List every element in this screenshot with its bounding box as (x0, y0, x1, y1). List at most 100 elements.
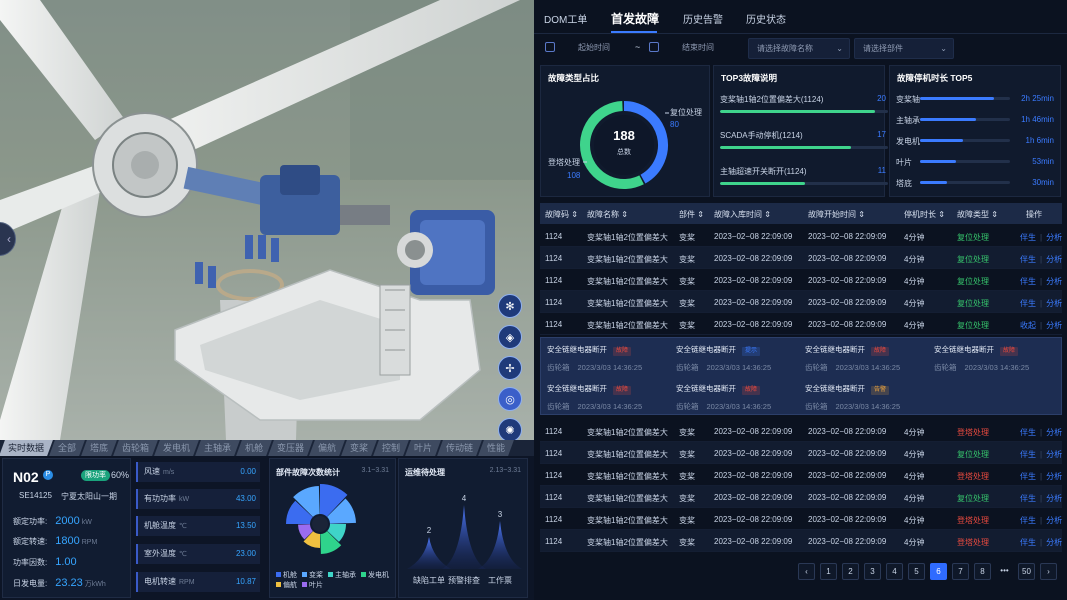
action-companion-link[interactable]: 伴生 (1020, 450, 1036, 459)
component-tab[interactable]: 实时数据 (0, 440, 53, 456)
pagination-page[interactable]: 4 (886, 563, 903, 580)
fault-card-meta: 齿轮箱 2023/3/03 14:36:25 (676, 401, 804, 412)
table-header-cell[interactable]: 故障开始时间 ⇕ (808, 209, 865, 220)
pagination-page[interactable]: 5 (908, 563, 925, 580)
turbine-3d-view[interactable]: ‹ ✻ ◈ ✢ ◎ ✺ (0, 0, 534, 440)
action-analyze-link[interactable]: 分析 (1046, 428, 1062, 437)
action-companion-link[interactable]: 伴生 (1020, 538, 1036, 547)
component-tab[interactable]: 变桨 (341, 440, 378, 456)
rotate-icon[interactable]: ✺ (498, 418, 522, 440)
pagination-page[interactable]: 8 (974, 563, 991, 580)
fault-name-select[interactable]: 请选择故障名称 ⌄ (748, 38, 850, 59)
table-cell: 变桨轴1轴2位置偏差大 (587, 233, 668, 242)
table-header-cell[interactable]: 故障码 ⇕ (545, 209, 578, 220)
fault-card-name: 安全链继电器断开 (805, 384, 865, 393)
action-companion-link[interactable]: 伴生 (1020, 277, 1036, 286)
turbine-illustration (0, 0, 534, 440)
fault-card-meta: 齿轮箱 2023/3/03 14:36:25 (676, 362, 804, 373)
device-status-badge: 限功率 (81, 470, 110, 481)
action-analyze-link[interactable]: 分析 (1046, 516, 1062, 525)
component-tab[interactable]: 塔底 (81, 440, 117, 456)
associated-fault-card[interactable]: 安全链继电器断开 故障 齿轮箱 2023/3/03 14:36:25 (547, 383, 675, 412)
pagination-page[interactable]: 1 (820, 563, 837, 580)
table-header-cell[interactable]: 故障类型 ⇕ (957, 209, 998, 220)
action-analyze-link[interactable]: 分析 (1046, 299, 1062, 308)
table-row[interactable]: 1124 变桨轴1轴2位置偏差大 变桨 2023−02−08 22:09:09 2023… (540, 420, 1062, 442)
table-row[interactable]: 1124 变桨轴1轴2位置偏差大 变桨 2023−02−08 22:09:09 2023… (540, 530, 1062, 552)
table-row[interactable]: 1124 变桨轴1轴2位置偏差大 变桨 2023−02−08 22:09:09 2023… (540, 225, 1062, 247)
start-date-input[interactable]: 起始时间 (570, 38, 630, 59)
table-header-cell[interactable]: 停机时长 ⇕ (904, 209, 945, 220)
associated-fault-card[interactable]: 安全链继电器断开 提示 齿轮箱 2023/3/03 14:36:25 (676, 344, 804, 373)
action-companion-link[interactable]: 伴生 (1020, 233, 1036, 242)
donut-hole (594, 115, 654, 175)
component-tab[interactable]: 叶片 (405, 440, 442, 456)
legend-swatch (302, 572, 307, 577)
action-analyze-link[interactable]: 分析 (1046, 538, 1062, 547)
component-tab-label: 叶片 (414, 443, 433, 453)
tab-history-alarm[interactable]: 历史告警 (683, 11, 723, 26)
pagination-page[interactable]: 7 (952, 563, 969, 580)
component-tab[interactable]: 变压器 (268, 440, 314, 456)
table-row[interactable]: 1124 变桨轴1轴2位置偏差大 变桨 2023−02−08 22:09:09 2023… (540, 313, 1062, 335)
action-analyze-link[interactable]: 分析 (1046, 277, 1062, 286)
action-analyze-link[interactable]: 分析 (1046, 255, 1062, 264)
table-row[interactable]: 1124 变桨轴1轴2位置偏差大 变桨 2023−02−08 22:09:09 2023… (540, 508, 1062, 530)
pagination-next-button[interactable]: › (1040, 563, 1057, 580)
part-select[interactable]: 请选择部件 ⌄ (854, 38, 954, 59)
cube-icon[interactable]: ◈ (498, 325, 522, 349)
table-row[interactable]: 1124 变桨轴1轴2位置偏差大 变桨 2023−02−08 22:09:09 2023… (540, 464, 1062, 486)
table-header-cell[interactable]: 部件 ⇕ (679, 209, 704, 220)
table-row[interactable]: 1124 变桨轴1轴2位置偏差大 变桨 2023−02−08 22:09:09 2023… (540, 486, 1062, 508)
component-tab[interactable]: 机舱 (236, 440, 273, 456)
action-companion-link[interactable]: 伴生 (1020, 516, 1036, 525)
component-tab[interactable]: 全部 (49, 440, 85, 456)
turbine-icon[interactable]: ✢ (498, 356, 522, 380)
action-companion-link[interactable]: 伴生 (1020, 494, 1036, 503)
table-header-cell[interactable]: 故障名称 ⇕ (587, 209, 628, 220)
tab-dom-orders[interactable]: DOM工单 (544, 11, 587, 26)
ops-pending-card: 运维待处理 2.13~3.31 2 缺陷工单 4 预警排查 3 工作票 (398, 458, 528, 598)
table-header-cell[interactable]: 操作 (1026, 209, 1042, 220)
table-row[interactable]: 1124 变桨轴1轴2位置偏差大 变桨 2023−02−08 22:09:09 2023… (540, 247, 1062, 269)
layers-icon[interactable]: ◎ (498, 387, 522, 411)
pagination-page[interactable]: 6 (930, 563, 947, 580)
component-tab[interactable]: 传动链 (437, 440, 483, 456)
action-companion-link[interactable]: 伴生 (1020, 299, 1036, 308)
tab-first-fault[interactable]: 首发故障 (611, 10, 659, 27)
action-companion-link[interactable]: 伴生 (1020, 428, 1036, 437)
component-tab[interactable]: 发电机 (154, 440, 199, 456)
component-tab[interactable]: 控制 (373, 440, 410, 456)
tab-history-status[interactable]: 历史状态 (746, 11, 786, 26)
action-analyze-link[interactable]: 分析 (1046, 233, 1062, 242)
pagination-page[interactable]: 2 (842, 563, 859, 580)
action-companion-link[interactable]: 伴生 (1020, 472, 1036, 481)
action-analyze-link[interactable]: 分析 (1046, 472, 1062, 481)
chart-date: 3.1~3.31 (361, 467, 389, 474)
table-row[interactable]: 1124 变桨轴1轴2位置偏差大 变桨 2023−02−08 22:09:09 2023… (540, 442, 1062, 464)
associated-fault-card[interactable]: 安全链继电器断开 故障 齿轮箱 2023/3/03 14:36:25 (805, 344, 933, 373)
action-companion-link[interactable]: 伴生 (1020, 255, 1036, 264)
pagination-prev-button[interactable]: ‹ (798, 563, 815, 580)
component-tab[interactable]: 性能 (478, 440, 515, 456)
component-tab[interactable]: 齿轮箱 (113, 440, 158, 456)
associated-fault-card[interactable]: 安全链继电器断开 故障 齿轮箱 2023/3/03 14:36:25 (934, 344, 1062, 373)
component-tab[interactable]: 主轴承 (195, 440, 241, 456)
pagination-page[interactable]: 3 (864, 563, 881, 580)
pagination-ellipsis[interactable]: ••• (996, 563, 1013, 580)
associated-fault-card[interactable]: 安全链继电器断开 告警 齿轮箱 2023/3/03 14:36:25 (805, 383, 933, 412)
end-date-input[interactable]: 结束时间 (674, 38, 744, 59)
rose-chart (286, 484, 356, 554)
action-analyze-link[interactable]: 分析 (1046, 321, 1062, 330)
associated-fault-card[interactable]: 安全链继电器断开 故障 齿轮箱 2023/3/03 14:36:25 (676, 383, 804, 412)
table-row[interactable]: 1124 变桨轴1轴2位置偏差大 变桨 2023−02−08 22:09:09 2023… (540, 269, 1062, 291)
pagination-page[interactable]: 50 (1018, 563, 1035, 580)
component-tab[interactable]: 偏航 (309, 440, 346, 456)
action-analyze-link[interactable]: 分析 (1046, 450, 1062, 459)
action-analyze-link[interactable]: 分析 (1046, 494, 1062, 503)
table-row[interactable]: 1124 变桨轴1轴2位置偏差大 变桨 2023−02−08 22:09:09 2023… (540, 291, 1062, 313)
table-header-cell[interactable]: 故障入库时间 ⇕ (714, 209, 771, 220)
fan-icon[interactable]: ✻ (498, 294, 522, 318)
action-companion-link[interactable]: 收起 (1020, 321, 1036, 330)
associated-fault-card[interactable]: 安全链继电器断开 故障 齿轮箱 2023/3/03 14:36:25 (547, 344, 675, 373)
